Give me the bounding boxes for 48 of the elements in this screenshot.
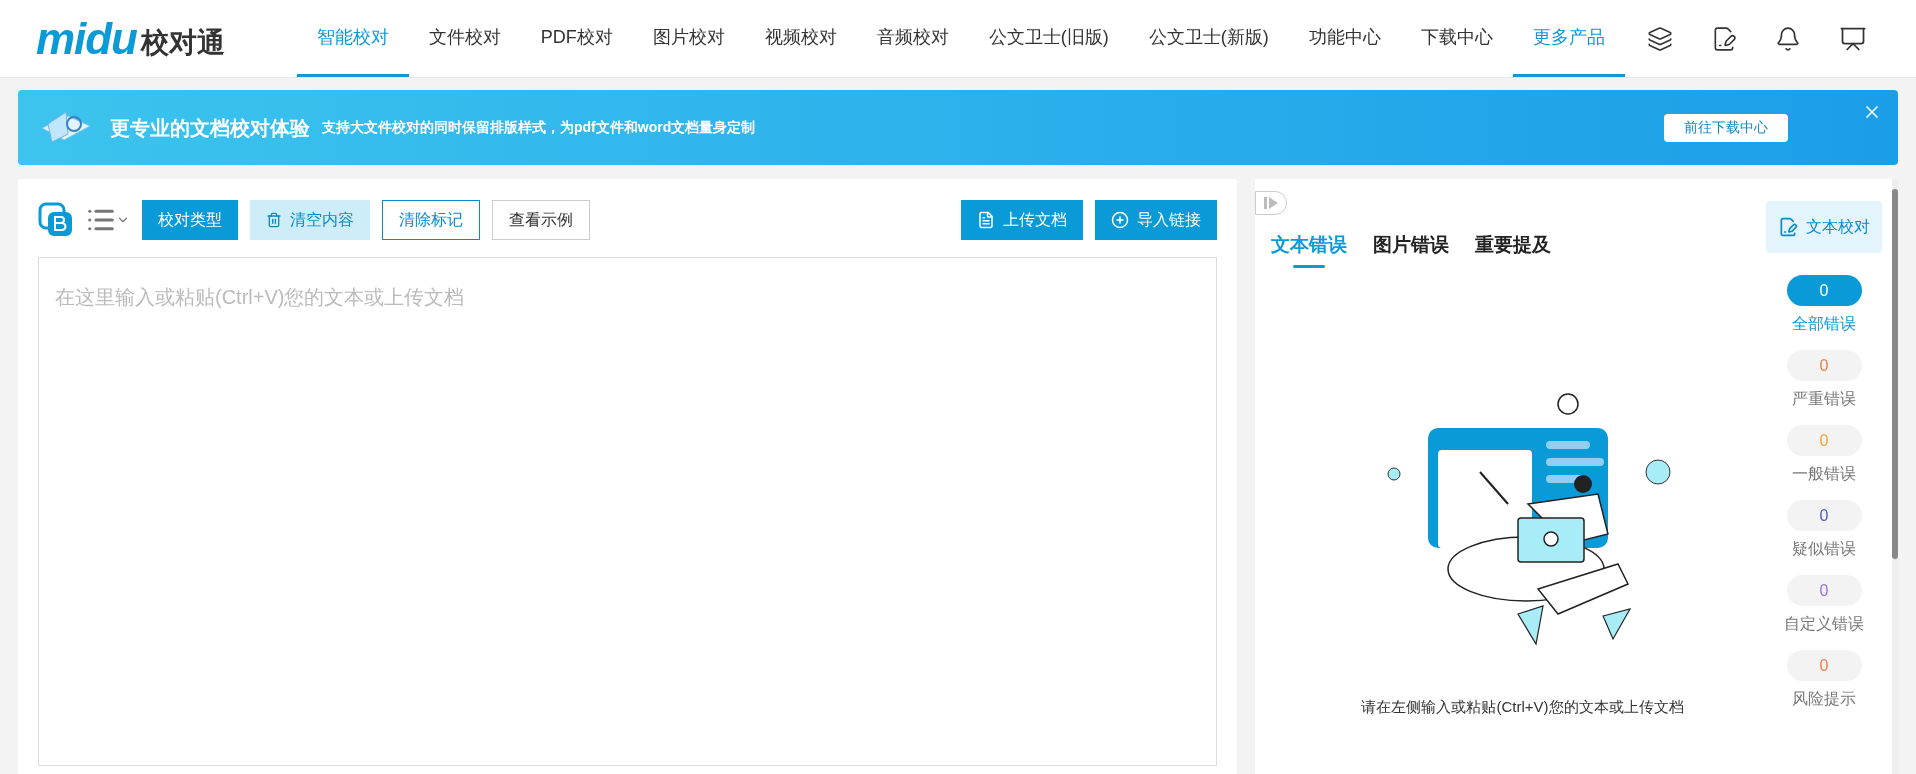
nav-tab[interactable]: 智能校对 — [296, 0, 409, 77]
count-label: 疑似错误 — [1792, 539, 1856, 559]
nav-tab[interactable]: 视频校对 — [744, 0, 857, 77]
scrollbar[interactable] — [1892, 179, 1898, 774]
count-pill[interactable]: 0 — [1786, 275, 1862, 306]
count-label: 严重错误 — [1792, 389, 1856, 409]
nav-tab[interactable]: 下载中心 — [1400, 0, 1513, 77]
nav-tab[interactable]: 公文卫士(新版) — [1128, 0, 1289, 77]
toolbar-button[interactable]: 查看示例 — [492, 200, 590, 240]
layers-icon[interactable] — [1646, 25, 1673, 52]
count-label: 一般错误 — [1792, 464, 1856, 484]
trash-icon — [266, 212, 282, 228]
result-tab[interactable]: 文本错误 — [1271, 231, 1347, 268]
count-label: 风险提示 — [1792, 689, 1856, 709]
banner-title: 更专业的文档校对体验 — [110, 115, 310, 141]
notification-icon[interactable] — [1774, 25, 1801, 52]
document-icon — [977, 211, 995, 229]
count-label: 全部错误 — [1792, 314, 1856, 334]
toolbar-button[interactable]: 校对类型 — [142, 200, 238, 240]
count-pill[interactable]: 0 — [1786, 500, 1862, 531]
result-tab[interactable]: 重要提及 — [1475, 231, 1551, 268]
document-edit-icon — [1778, 217, 1798, 237]
bold-format-icon[interactable] — [38, 202, 74, 238]
logo-text: midu — [36, 16, 137, 61]
plus-circle-icon — [1111, 211, 1129, 229]
toolbar-button[interactable]: 清空内容 — [250, 200, 370, 240]
upload-button[interactable]: 上传文档 — [961, 200, 1083, 240]
download-center-button[interactable]: 前往下载中心 — [1664, 113, 1788, 142]
empty-state-message: 请在左侧输入或粘贴(Ctrl+V)您的文本或上传文档 — [1361, 696, 1684, 717]
count-pill[interactable]: 0 — [1786, 650, 1862, 681]
toolbar-button[interactable]: 清除标记 — [382, 200, 480, 240]
nav-tab[interactable]: PDF校对 — [520, 0, 633, 77]
nav-tab[interactable]: 图片校对 — [632, 0, 745, 77]
nav-tab[interactable]: 公文卫士(旧版) — [968, 0, 1129, 77]
count-label: 自定义错误 — [1784, 614, 1864, 634]
result-tab[interactable]: 图片错误 — [1373, 231, 1449, 268]
play-icon — [1264, 197, 1278, 209]
text-input-field[interactable]: 在这里输入或粘贴(Ctrl+V)您的文本或上传文档 — [38, 257, 1217, 766]
nav-tab[interactable]: 更多产品 — [1512, 0, 1625, 77]
import-link-button[interactable]: 导入链接 — [1095, 200, 1217, 240]
nav-tab[interactable]: 音频校对 — [856, 0, 969, 77]
banner-subtitle: 支持大文件校对的同时保留排版样式，为pdf文件和word文档量身定制 — [322, 118, 756, 137]
nav-tab[interactable]: 文件校对 — [408, 0, 521, 77]
nav-tab[interactable]: 功能中心 — [1288, 0, 1401, 77]
count-pill[interactable]: 0 — [1786, 350, 1862, 381]
text-proofread-button[interactable]: 文本校对 — [1766, 201, 1882, 253]
logo-title: 校对通 — [140, 28, 225, 57]
count-pill[interactable]: 0 — [1786, 575, 1862, 606]
